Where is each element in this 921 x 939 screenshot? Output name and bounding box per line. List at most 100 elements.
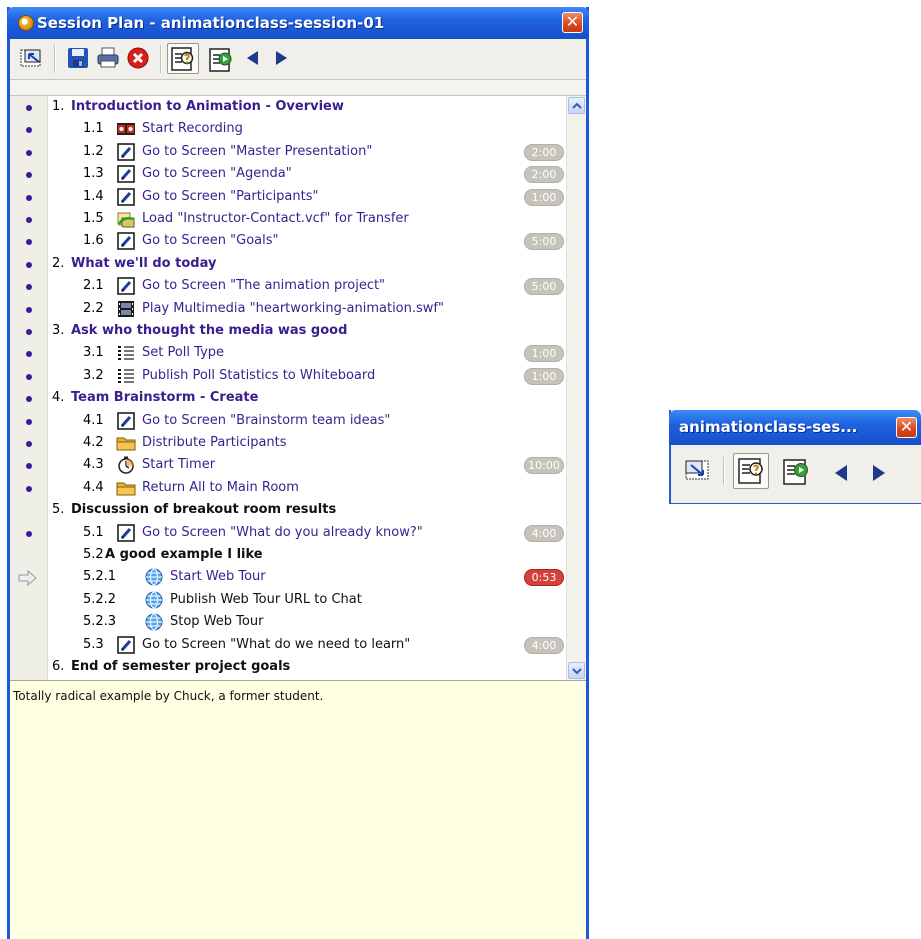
item-label: Go to Screen "The animation project" — [142, 278, 386, 294]
plan-item-row[interactable]: 5.2.3 Stop Web Tour — [10, 611, 564, 634]
item-label: Go to Screen "Goals" — [142, 233, 279, 249]
completed-dot-icon — [26, 194, 32, 201]
session-plan-icon — [738, 458, 763, 484]
screen-pencil-icon — [116, 411, 136, 430]
section-row[interactable]: 6. End of semester project goals — [10, 656, 564, 679]
toolbar — [10, 39, 586, 80]
plan-item-row[interactable]: 4.2 Distribute Participants — [10, 432, 564, 455]
next-icon — [276, 51, 287, 65]
mini-previous-button[interactable] — [827, 459, 854, 486]
item-number: 5.2.2 — [83, 591, 117, 607]
notes-panel[interactable]: Totally radical example by Chuck, a form… — [10, 680, 586, 939]
plan-item-row[interactable]: 1.5 Load "Instructor-Contact.vcf" for Tra… — [10, 208, 564, 231]
completed-dot-icon — [26, 530, 32, 537]
duration-badge: 1:00 — [524, 367, 564, 385]
previous-button[interactable] — [240, 45, 267, 72]
exit-fullscreen-button[interactable] — [18, 45, 45, 72]
plan-item-row[interactable]: 5.3 Go to Screen "What do we need to lear… — [10, 634, 564, 657]
poll-icon — [116, 344, 136, 362]
plan-item-row[interactable]: 5.2.1 Start Web Tour 0:53 — [10, 566, 564, 589]
plan-item-row[interactable]: 1.6 Go to Screen "Goals" 5:00 — [10, 230, 564, 253]
duration-badge: 2:00 — [524, 143, 564, 161]
item-number: 4. — [52, 390, 65, 406]
exit-compact-button[interactable] — [683, 455, 710, 482]
item-label: Start Recording — [142, 121, 243, 137]
completed-dot-icon — [26, 306, 32, 313]
session-plan-list[interactable]: 1. Introduction to Animation - Overview 1.… — [10, 95, 586, 786]
completed-dot-icon — [26, 418, 32, 425]
presenter-mode-button[interactable] — [206, 45, 233, 72]
chevron-down-icon — [572, 668, 582, 675]
item-label: Start Timer — [142, 457, 216, 473]
item-label: Load "Instructor-Contact.vcf" for Transf… — [142, 211, 409, 226]
section-row[interactable]: 2. What we'll do today — [10, 253, 564, 276]
item-label: Return All to Main Room — [142, 479, 299, 495]
item-label: Go to Screen "Agenda" — [142, 166, 292, 182]
item-number: 3.2 — [83, 367, 104, 383]
duration-badge: 2:00 — [524, 166, 564, 184]
item-number: 1.1 — [83, 121, 104, 137]
save-button[interactable] — [65, 45, 92, 72]
item-number: 5.2 — [83, 547, 104, 562]
section-row[interactable]: 5. Discussion of breakout room results — [10, 499, 564, 522]
duration-badge: 5:00 — [524, 233, 564, 251]
print-button[interactable] — [95, 45, 122, 72]
scroll-up-button[interactable] — [568, 97, 585, 114]
title-bar[interactable]: Session Plan - animationclass-session-01… — [7, 7, 589, 39]
section-row[interactable]: 1. Introduction to Animation - Overview — [10, 96, 564, 119]
duration-badge: 4:00 — [524, 636, 564, 654]
film-icon — [116, 300, 136, 318]
mini-session-plan-button[interactable] — [733, 453, 769, 489]
plan-item-row[interactable]: 1.1 Start Recording — [10, 118, 564, 141]
plan-item-row[interactable]: 1.2 Go to Screen "Master Presentation" 2:0… — [10, 141, 564, 164]
plan-item-row[interactable]: 4.4 Return All to Main Room — [10, 477, 564, 500]
plan-item-row[interactable]: 5.2.2 Publish Web Tour URL to Chat — [10, 589, 564, 612]
screen-pencil-icon — [116, 143, 136, 161]
item-number: 5.2.1 — [83, 569, 117, 585]
mini-close-button[interactable]: ✕ — [896, 417, 917, 438]
completed-dot-icon — [26, 284, 32, 291]
item-label: Team Brainstorm - Create — [71, 390, 259, 406]
item-number: 1.5 — [83, 211, 104, 226]
plan-item-row[interactable]: 4.1 Go to Screen "Brainstorm team ideas" — [10, 410, 564, 433]
completed-dot-icon — [26, 127, 32, 134]
item-label: Go to Screen "What do we need to learn" — [142, 636, 411, 652]
plan-item-row[interactable]: 5.1 Go to Screen "What do you already kno… — [10, 522, 564, 545]
vertical-scrollbar[interactable] — [566, 96, 586, 680]
session-plan-button[interactable] — [167, 43, 199, 74]
plan-item-row[interactable]: 3.1 Set Poll Type 1:00 — [10, 342, 564, 365]
plan-item-row[interactable]: 2.2 Play Multimedia "heartworking-animati… — [10, 298, 564, 321]
plan-item-row[interactable]: 4.3 Start Timer 10:00 — [10, 454, 564, 477]
compact-session-window: animationclass-ses... ✕ — [669, 410, 921, 504]
item-number: 2. — [52, 255, 65, 271]
mini-title-bar[interactable]: animationclass-ses... ✕ — [669, 410, 921, 445]
item-number: 4.4 — [83, 479, 104, 495]
item-number: 5.1 — [83, 524, 104, 540]
mini-next-button[interactable] — [865, 459, 892, 486]
previous-icon — [247, 51, 258, 65]
next-icon — [873, 465, 885, 481]
item-number: 4.3 — [83, 457, 104, 473]
plan-item-row[interactable]: 2.1 Go to Screen "The animation project" 5… — [10, 275, 564, 298]
item-label: Ask who thought the media was good — [71, 323, 348, 338]
presenter-icon — [209, 48, 232, 72]
next-button[interactable] — [268, 45, 295, 72]
close-button[interactable]: ✕ — [562, 12, 583, 33]
scroll-down-button[interactable] — [568, 662, 585, 679]
mini-toolbar — [671, 445, 921, 503]
section-row[interactable]: 4. Team Brainstorm - Create — [10, 387, 564, 410]
item-label: Stop Web Tour — [170, 614, 264, 630]
item-number: 4.2 — [83, 435, 104, 450]
plan-item-row[interactable]: 1.4 Go to Screen "Participants" 1:00 — [10, 186, 564, 209]
mini-presenter-button[interactable] — [779, 455, 811, 487]
delete-button[interactable] — [125, 45, 152, 72]
plan-item-row[interactable]: 5.2 A good example I like — [10, 544, 564, 567]
plan-item-row[interactable]: 3.2 Publish Poll Statistics to Whiteboard… — [10, 365, 564, 388]
globe-icon — [144, 613, 164, 631]
section-row[interactable]: 3. Ask who thought the media was good — [10, 320, 564, 343]
plan-item-row[interactable]: 1.3 Go to Screen "Agenda" 2:00 — [10, 163, 564, 186]
completed-dot-icon — [26, 261, 32, 268]
completed-dot-icon — [26, 485, 32, 492]
completed-dot-icon — [26, 105, 32, 111]
screen-pencil-icon — [116, 523, 136, 542]
